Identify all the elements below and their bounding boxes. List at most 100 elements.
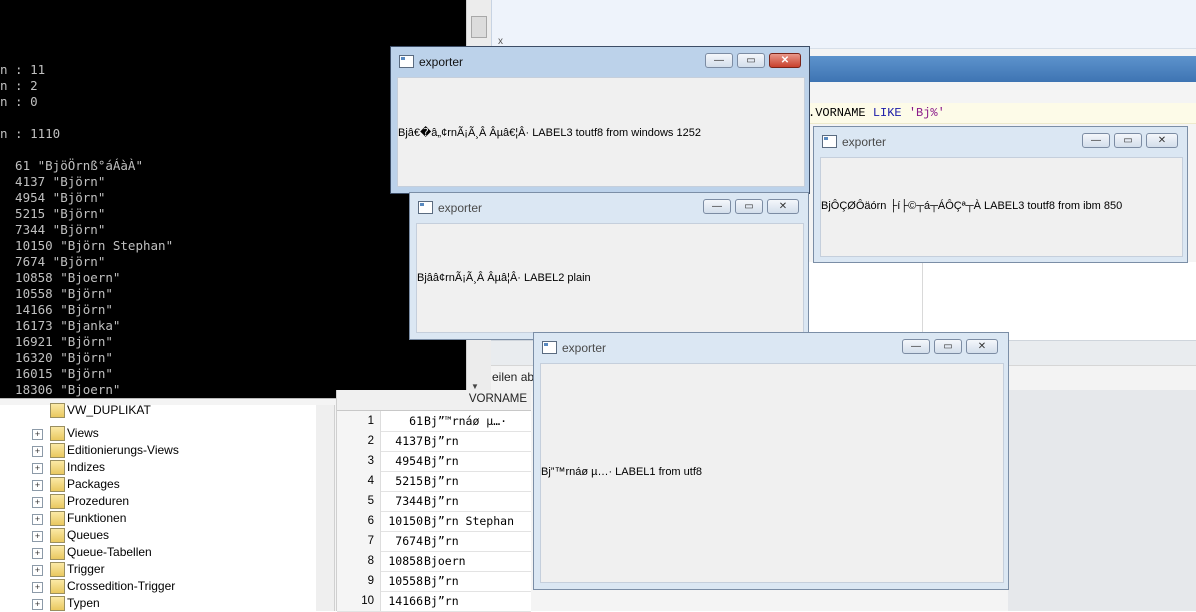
table-row[interactable]: 9 10558 Bj”rn — [337, 571, 531, 592]
minimize-button[interactable]: — — [705, 53, 733, 68]
close-button[interactable]: ✕ — [767, 199, 799, 214]
folder-icon — [50, 443, 65, 458]
tree-node[interactable]: + Prozeduren — [0, 493, 316, 510]
folder-icon — [50, 545, 65, 560]
vorname-cell: Bj”rn — [424, 534, 459, 548]
vorname-cell: Bj”rn — [424, 474, 459, 488]
maximize-button[interactable]: ▭ — [735, 199, 763, 214]
tree-node[interactable]: + Queue-Tabellen — [0, 544, 316, 561]
tree-node[interactable]: + Trigger — [0, 561, 316, 578]
maximize-button[interactable]: ▭ — [934, 339, 962, 354]
id-cell: 4137 — [395, 434, 423, 448]
expand-icon[interactable]: + — [32, 514, 43, 525]
editor-tab-area — [490, 0, 1196, 49]
tree-node[interactable]: + Packages — [0, 476, 316, 493]
table-row[interactable]: 5 7344 Bj”rn — [337, 491, 531, 512]
schema-tree[interactable]: VW_DUPLIKAT + Views + Editionierungs-Views + I… — [0, 402, 317, 612]
folder-icon — [50, 511, 65, 526]
expand-icon[interactable]: + — [32, 480, 43, 491]
tree-node[interactable]: + Crossedition-Trigger — [0, 578, 316, 595]
column-header-vorname[interactable]: VORNAME — [469, 393, 527, 405]
expand-icon[interactable]: + — [32, 429, 43, 440]
exporter-window-windows1252[interactable]: exporter — ▭ ✕ Bjâ€�â„¢rnÃ¡Ã¸Â Âµâ€¦Â· L… — [390, 46, 810, 194]
expand-icon[interactable]: + — [32, 531, 43, 542]
app-icon — [822, 135, 837, 148]
id-cell: 7344 — [395, 494, 423, 508]
table-row[interactable]: 7 7674 Bj”rn — [337, 531, 531, 552]
exporter-window-ibm850[interactable]: exporter — ▭ ✕ BjÔÇØÔäórn ├í├©┬á┬ÁÔÇª┬À … — [813, 126, 1188, 263]
table-row[interactable]: 3 4954 Bj”rn — [337, 451, 531, 472]
table-row[interactable]: 1 61 Bj”™rnáø µ…· — [337, 411, 531, 432]
tree-node[interactable]: VW_DUPLIKAT — [0, 402, 316, 419]
console-line: 10858 "Bjoern" — [0, 270, 121, 285]
console-line: 5215 "Björn" — [0, 206, 106, 221]
grid-header[interactable]: VORNAME — [337, 390, 531, 411]
id-cell: 10150 — [388, 514, 423, 528]
tree-node-label: Queues — [67, 528, 110, 542]
expand-icon[interactable]: + — [32, 599, 43, 610]
row-number: 3 — [337, 451, 381, 471]
results-grid[interactable]: VORNAME 1 61 Bj”™rnáø µ…· 2 4137 Bj”rn 3 4954 Bj… — [336, 390, 531, 612]
table-row[interactable]: 10 14166 Bj”rn — [337, 591, 531, 612]
console-line: 7674 "Björn" — [0, 254, 106, 269]
id-cell: 4954 — [395, 454, 423, 468]
tree-node-label: Views — [67, 426, 99, 440]
tree-scrollbar[interactable] — [316, 405, 335, 611]
close-button[interactable]: ✕ — [1146, 133, 1178, 148]
console-line: n : 0 — [0, 94, 38, 109]
tree-node-label: Typen — [67, 596, 100, 610]
id-cell: 10558 — [388, 574, 423, 588]
scrollbar-thumb[interactable] — [471, 16, 487, 38]
folder-icon — [50, 477, 65, 492]
app-icon — [542, 341, 557, 354]
table-row[interactable]: 4 5215 Bj”rn — [337, 471, 531, 492]
id-cell: 5215 — [395, 474, 423, 488]
tree-node-label: Funktionen — [67, 511, 127, 525]
table-row[interactable]: 8 10858 Bjoern — [337, 551, 531, 572]
expand-icon[interactable]: + — [32, 565, 43, 576]
folder-icon — [50, 579, 65, 594]
expand-icon[interactable]: + — [32, 497, 43, 508]
minimize-button[interactable]: — — [703, 199, 731, 214]
folder-icon — [50, 426, 65, 441]
console-line: 10150 "Björn Stephan" — [0, 238, 174, 253]
row-number: 6 — [337, 511, 381, 531]
exporter-window-utf8[interactable]: exporter — ▭ ✕ Bj”™rnáø µ…· LABEL1 from … — [533, 332, 1009, 590]
tree-node[interactable]: + Views — [0, 425, 316, 442]
tree-node-label: VW_DUPLIKAT — [67, 403, 151, 417]
expand-icon[interactable]: + — [32, 582, 43, 593]
console-line: 4954 "Björn" — [0, 190, 106, 205]
app-icon — [399, 55, 414, 68]
folder-icon — [50, 562, 65, 577]
tree-node[interactable]: + Queues — [0, 527, 316, 544]
close-button[interactable]: ✕ — [769, 53, 801, 68]
minimize-button[interactable]: — — [1082, 133, 1110, 148]
minimize-button[interactable]: — — [902, 339, 930, 354]
tree-node-label: Queue-Tabellen — [67, 545, 152, 559]
tree-node[interactable]: + Funktionen — [0, 510, 316, 527]
folder-icon — [50, 403, 65, 418]
tree-node[interactable]: + Editionierungs-Views — [0, 442, 316, 459]
window-content: BjÔÇØÔäórn ├í├©┬á┬ÁÔÇª┬À LABEL3 toutf8 f… — [820, 157, 1183, 257]
tree-node-label: Trigger — [67, 562, 105, 576]
vorname-cell: Bjoern — [424, 554, 466, 568]
table-row[interactable]: 2 4137 Bj”rn — [337, 431, 531, 452]
maximize-button[interactable]: ▭ — [737, 53, 765, 68]
label-text: Bjâ€�â„¢rnÃ¡Ã¸Â Âµâ€¦Â· LABEL3 toutf8 fr… — [398, 127, 701, 139]
close-button[interactable]: ✕ — [966, 339, 998, 354]
console-line: 18306 "Bjoern" — [0, 382, 121, 397]
console-line: 14166 "Björn" — [0, 302, 113, 317]
sql-editor-line[interactable]: .VORNAME LIKE 'Bj%' — [808, 103, 1196, 124]
label-text: Bj”™rnáø µ…· LABEL1 from utf8 — [541, 466, 702, 478]
exporter-window-plain[interactable]: exporter — ▭ ✕ Bjââ¢rnÃ¡Ã¸Â Âµâ¦Â· LABEL… — [409, 192, 809, 340]
expand-icon[interactable]: + — [32, 446, 43, 457]
maximize-button[interactable]: ▭ — [1114, 133, 1142, 148]
tree-node[interactable]: + Indizes — [0, 459, 316, 476]
expand-icon[interactable]: + — [32, 463, 43, 474]
table-row[interactable]: 6 10150 Bj”rn Stephan — [337, 511, 531, 532]
expand-icon[interactable]: + — [32, 548, 43, 559]
tree-node[interactable]: + Typen — [0, 595, 316, 612]
tree-node-label: Packages — [67, 477, 120, 491]
